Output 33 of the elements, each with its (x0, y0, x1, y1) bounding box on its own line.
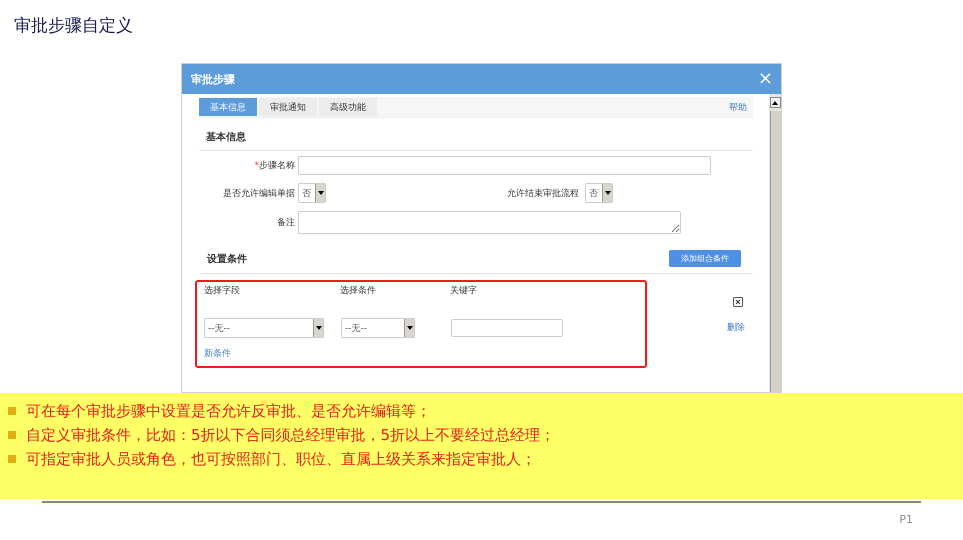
dialog-title: 审批步骤 (191, 72, 235, 86)
delete-link[interactable]: 删除 (727, 321, 745, 334)
page-title: 审批步骤自定义 (13, 15, 134, 38)
note-text: 自定义审批条件，比如：5折以下合同须总经理审批，5折以上不要经过总经理； (26, 426, 556, 444)
scrollbar[interactable] (769, 94, 781, 392)
section-heading: 设置条件 (207, 252, 247, 266)
new-condition-link[interactable]: 新条件 (204, 347, 231, 360)
field-label: 是否允许编辑单据 (222, 188, 295, 200)
edit-select[interactable]: 否 (298, 183, 326, 203)
tab[interactable]: 审批通知 (259, 98, 317, 116)
field-select[interactable]: --无-- (204, 318, 324, 338)
help-link[interactable]: 帮助 (729, 100, 747, 114)
note-text: 可在每个审批步骤中设置是否允许反审批、是否允许编辑等； (26, 402, 431, 420)
bullet-icon (8, 455, 16, 463)
note-text: 可指定审批人员或角色，也可按照部门、职位、直属上级关系来指定审批人； (26, 450, 536, 468)
bullet-icon (8, 431, 16, 439)
column-heading: 选择字段 (204, 284, 240, 297)
condition-select[interactable]: --无-- (341, 318, 415, 338)
page-number: P1 (899, 513, 913, 526)
end-flow-select[interactable]: 否 (585, 183, 613, 203)
remark-field[interactable] (298, 211, 681, 234)
section-heading: 基本信息 (199, 118, 753, 151)
keyword-field[interactable] (451, 319, 563, 337)
field-label: 允许结束审批流程 (507, 188, 579, 200)
field-label: 备注 (276, 216, 295, 229)
scroll-up-icon[interactable] (770, 97, 780, 108)
tab[interactable]: 高级功能 (319, 98, 377, 116)
field-label: *步骤名称 (254, 160, 295, 172)
column-heading: 关键字 (450, 284, 477, 297)
column-heading: 选择条件 (340, 284, 376, 297)
step-name-field[interactable] (298, 156, 711, 175)
close-icon[interactable] (733, 297, 743, 307)
bullet-icon (8, 407, 16, 415)
